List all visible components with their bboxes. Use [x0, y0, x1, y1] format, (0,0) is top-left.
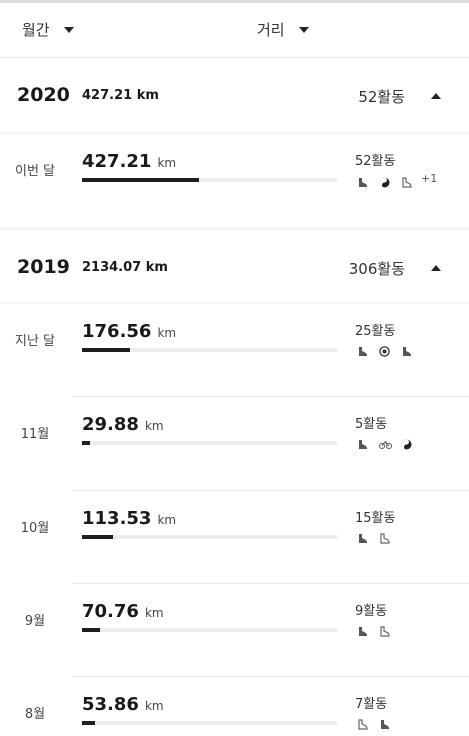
chevron-down-icon	[298, 26, 309, 33]
year-activities: 52활동	[358, 88, 405, 106]
month-progress-bar	[82, 348, 337, 352]
activity-type-icons	[357, 715, 401, 730]
filter-bar: 월간 거리	[0, 3, 469, 57]
month-distance-value: 70.76	[82, 601, 139, 622]
month-row[interactable]: 지난 달 176.56 km 25활동	[0, 304, 469, 397]
month-label: 9월	[24, 614, 46, 629]
activity-type-icons	[357, 435, 423, 450]
year-header-2019[interactable]: 2019 2134.07 km 306활동	[0, 230, 469, 304]
month-row[interactable]: 9월 70.76 km 9활동	[0, 584, 469, 677]
month-progress-fill	[82, 178, 200, 182]
month-distance-unit: km	[144, 606, 164, 620]
month-row[interactable]: 10월 113.53 km 15활동	[0, 491, 469, 584]
activity-type-icons	[357, 622, 401, 637]
activity-type-icons	[357, 529, 401, 544]
month-distance: 70.76 km	[82, 601, 164, 622]
shoe-icon	[357, 529, 368, 543]
shoe-outline-icon	[379, 529, 390, 544]
month-progress-bar	[82, 441, 337, 445]
month-progress-fill	[82, 628, 100, 632]
shoe-icon	[357, 435, 368, 449]
month-distance-unit: km	[157, 156, 177, 170]
month-distance: 176.56 km	[82, 321, 176, 342]
month-activities: 15활동	[355, 511, 396, 526]
month-progress-fill	[82, 721, 95, 725]
shoe-icon	[357, 342, 368, 356]
shoe-icon	[357, 622, 368, 636]
month-progress-bar	[82, 178, 337, 182]
shoe-icon	[357, 173, 368, 187]
month-progress-bar	[82, 721, 337, 725]
month-distance-unit: km	[144, 699, 164, 713]
month-distance: 113.53 km	[82, 508, 176, 529]
collapse-caret-icon[interactable]	[431, 93, 441, 99]
year-label: 2019	[17, 256, 70, 278]
month-distance-value: 427.21	[82, 151, 152, 172]
metric-filter-label: 거리	[257, 21, 285, 39]
year-activities: 306활동	[348, 260, 405, 278]
year-header-2020[interactable]: 2020 427.21 km 52활동	[0, 58, 469, 132]
month-label: 이번 달	[14, 164, 55, 179]
month-activities: 7활동	[355, 697, 388, 712]
target-icon	[379, 342, 390, 357]
yin-yang-icon	[379, 173, 390, 188]
shoe-outline-icon	[379, 622, 390, 637]
month-distance-value: 176.56	[82, 321, 152, 342]
shoe-outline-icon	[401, 173, 412, 188]
yin-yang-icon	[401, 435, 412, 450]
month-progress-fill	[82, 348, 131, 352]
month-row[interactable]: 이번 달 427.21 km 52활동 +1	[0, 134, 469, 227]
month-label: 11월	[20, 427, 50, 442]
month-activities: 52활동	[355, 154, 396, 169]
month-distance-unit: km	[157, 326, 177, 340]
bike-icon	[379, 435, 392, 449]
month-progress-bar	[82, 628, 337, 632]
month-distance-value: 53.86	[82, 694, 139, 715]
month-row[interactable]: 11월 29.88 km 5활동	[0, 397, 469, 490]
month-distance-value: 113.53	[82, 508, 152, 529]
activity-type-icons: +1	[357, 172, 448, 188]
month-distance: 53.86 km	[82, 694, 164, 715]
period-filter-dropdown[interactable]: 월간	[22, 19, 74, 40]
month-distance: 29.88 km	[82, 414, 164, 435]
month-progress-fill	[82, 441, 90, 445]
shoe-icon	[379, 715, 390, 729]
year-distance: 2134.07 km	[82, 260, 168, 275]
month-progress-bar	[82, 535, 337, 539]
collapse-caret-icon[interactable]	[431, 265, 441, 271]
month-label: 지난 달	[14, 334, 55, 349]
month-label: 8월	[24, 707, 46, 722]
more-activities-count: +1	[421, 172, 438, 185]
month-progress-fill	[82, 535, 113, 539]
metric-filter-dropdown[interactable]: 거리	[257, 19, 309, 40]
year-distance: 427.21 km	[82, 88, 159, 103]
period-filter-label: 월간	[22, 21, 50, 39]
month-activities: 25활동	[355, 324, 396, 339]
month-distance: 427.21 km	[82, 151, 176, 172]
shoe-outline-icon	[357, 715, 368, 730]
shoe-icon	[401, 342, 412, 356]
month-distance-value: 29.88	[82, 414, 139, 435]
month-row[interactable]: 8월 53.86 km 7활동	[0, 677, 469, 736]
month-activities: 9활동	[355, 604, 388, 619]
month-label: 10월	[20, 521, 50, 536]
month-distance-unit: km	[157, 513, 177, 527]
year-label: 2020	[17, 84, 70, 106]
chevron-down-icon	[63, 26, 74, 33]
month-distance-unit: km	[144, 419, 164, 433]
month-activities: 5활동	[355, 417, 388, 432]
activity-type-icons	[357, 342, 423, 357]
